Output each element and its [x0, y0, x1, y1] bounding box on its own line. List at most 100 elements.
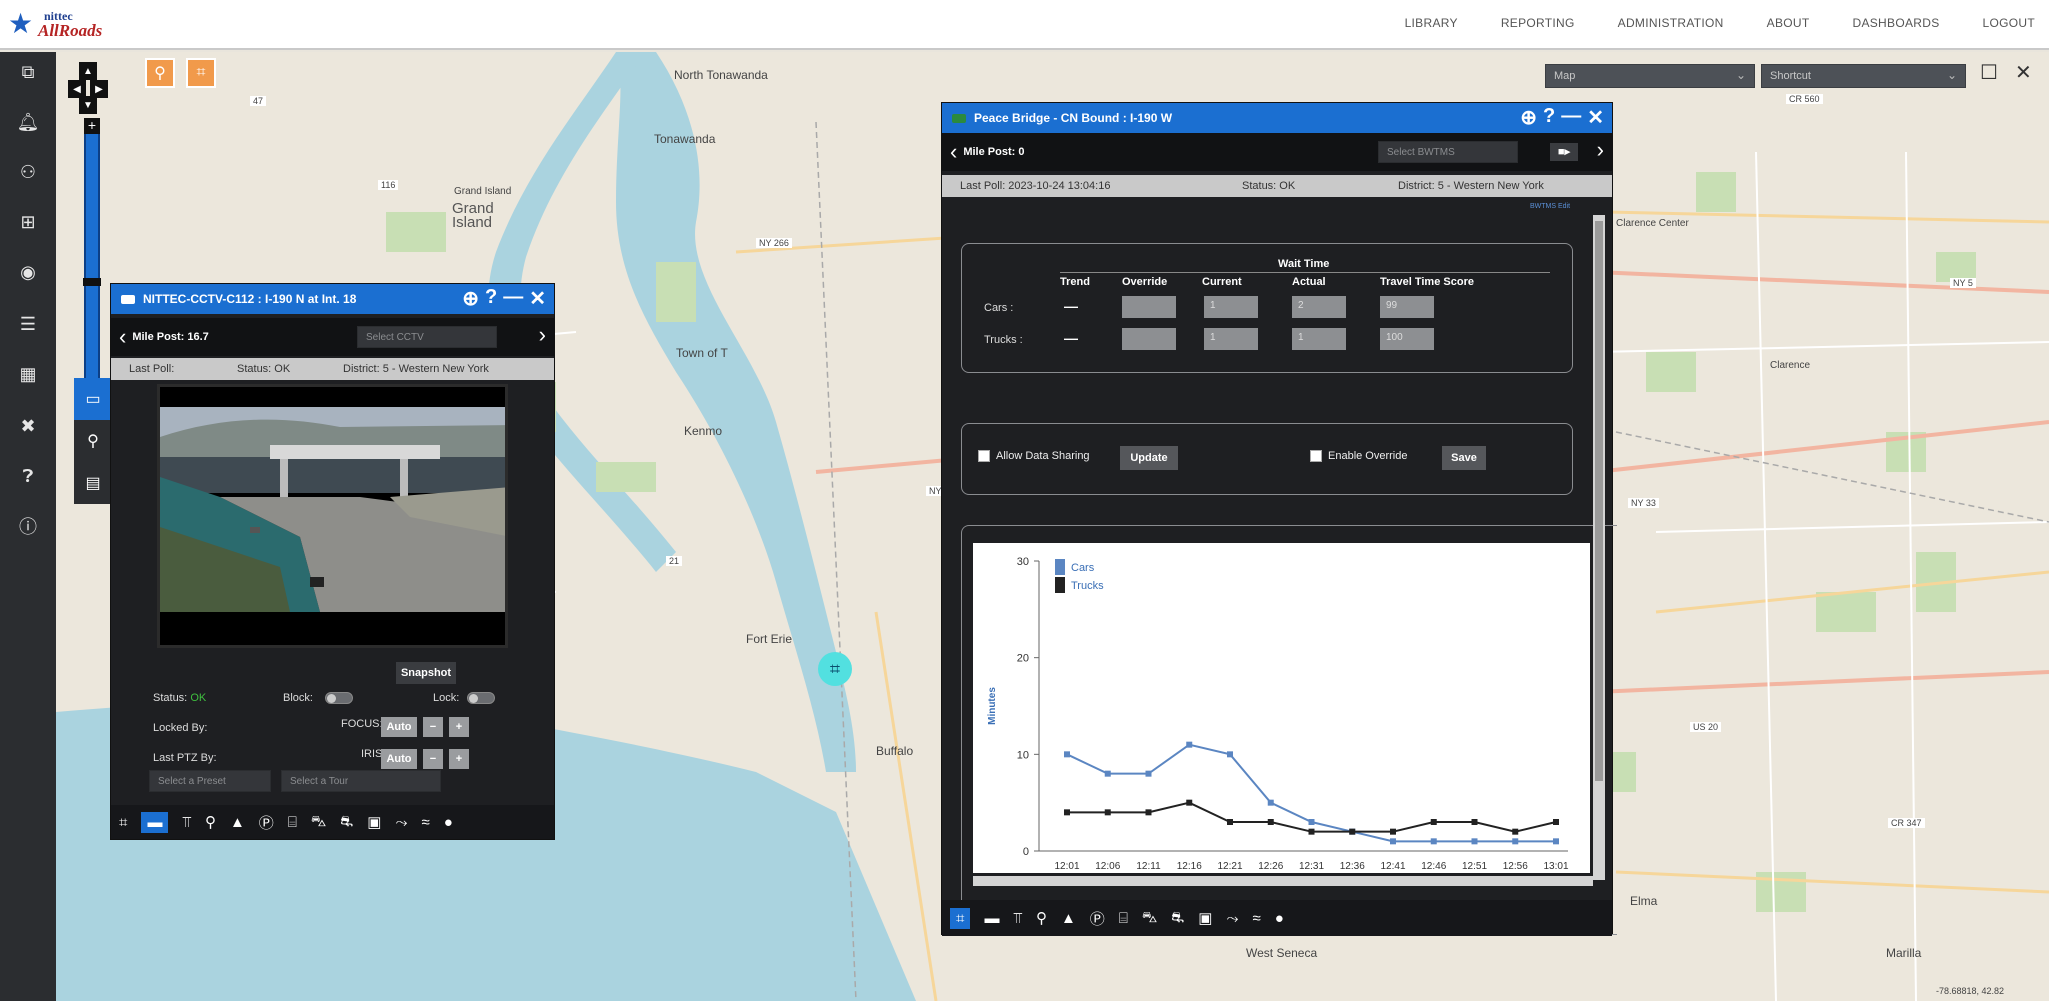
close-icon[interactable]: ✕ [2015, 60, 2032, 85]
help-icon[interactable]: ? [485, 286, 497, 311]
camera-tool-icon[interactable]: ▬ [141, 811, 169, 833]
iris-auto-button[interactable]: Auto [381, 749, 417, 769]
allow-sharing-checkbox[interactable] [978, 450, 990, 463]
sign-icon[interactable]: ⊞ [0, 202, 56, 242]
cars-tts-input[interactable]: 99 [1380, 296, 1434, 318]
close-icon[interactable]: ✕ [529, 286, 546, 311]
bwt-hscrollbar[interactable] [973, 876, 1593, 886]
info-icon[interactable]: ⓘ [0, 506, 56, 546]
car-tool-icon[interactable]: ⛍ [1142, 909, 1157, 928]
nav-dashboards[interactable]: DASHBOARDS [1852, 16, 1939, 30]
circle-tool-icon[interactable]: ● [1275, 910, 1284, 927]
shortcut-select[interactable]: Shortcut ⌄ [1761, 64, 1966, 88]
preset-select[interactable]: Select a Preset [149, 770, 271, 792]
warning-tool-icon[interactable]: ▲ [230, 814, 245, 831]
enable-override-checkbox[interactable] [1310, 450, 1322, 463]
snapshot-button[interactable]: Snapshot [396, 662, 456, 684]
ruler-icon[interactable]: ⚲ [145, 58, 175, 88]
iris-minus-button[interactable]: − [423, 749, 443, 769]
car-tool-icon[interactable]: ⛍ [311, 813, 326, 832]
update-button[interactable]: Update [1120, 446, 1178, 470]
camera-link-icon[interactable]: ■▸ [1550, 143, 1578, 161]
camera-window-title[interactable]: NITTEC-CCTV-C112 : I-190 N at Int. 18 ⊕ … [111, 284, 554, 314]
sign-tool-icon[interactable]: ⫪ [182, 814, 190, 831]
tools-icon[interactable]: ✖ [0, 406, 56, 446]
list-icon[interactable]: ☰ [0, 304, 56, 344]
help-icon[interactable]: ❓︎ [0, 456, 56, 496]
next-chevron-icon[interactable]: › [539, 322, 546, 348]
location-pin-icon[interactable]: ⚲ [74, 420, 112, 462]
incident-tool-icon[interactable]: ⛐ [340, 813, 353, 832]
prev-chevron-icon[interactable]: ‹ [119, 324, 126, 350]
crop-icon[interactable]: ⌗ [186, 58, 216, 88]
traffic-light-tool-icon[interactable]: ⌸ [288, 814, 297, 831]
lock-toggle[interactable] [467, 692, 495, 704]
app-logo[interactable]: ★ nittec AllRoads [8, 8, 128, 42]
incident-tool-icon[interactable]: ⛐ [1171, 909, 1184, 928]
prev-chevron-icon[interactable]: ‹ [950, 139, 957, 165]
close-icon[interactable]: ✕ [1587, 105, 1604, 130]
nav-logout[interactable]: LOGOUT [1983, 16, 2035, 30]
map-layer-select[interactable]: Map ⌄ [1545, 64, 1755, 88]
focus-plus-button[interactable]: + [449, 717, 469, 737]
users-icon[interactable]: ⚇ [0, 152, 56, 192]
sign-tool-icon[interactable]: ⫪ [1013, 910, 1021, 927]
cars-override-input[interactable] [1122, 296, 1176, 318]
globe-icon[interactable]: ⊕ [1520, 105, 1537, 130]
next-chevron-icon[interactable]: › [1597, 137, 1604, 163]
pan-up-icon[interactable]: ▲ [79, 62, 97, 80]
nav-library[interactable]: LIBRARY [1405, 16, 1458, 30]
trucks-override-input[interactable] [1122, 328, 1176, 350]
focus-minus-button[interactable]: − [423, 717, 443, 737]
grid-icon[interactable]: ▦ [0, 354, 56, 394]
speed-tool-icon[interactable]: ⤳ [395, 814, 407, 831]
parking-tool-icon[interactable]: Ⓟ [1090, 908, 1105, 929]
document-icon[interactable]: ▤ [74, 462, 112, 504]
select-cctv[interactable]: Select CCTV [357, 326, 497, 348]
parking-tool-icon[interactable]: Ⓟ [259, 812, 274, 833]
wave-tool-icon[interactable]: ≈ [421, 814, 429, 831]
wave-tool-icon[interactable]: ≈ [1252, 910, 1260, 927]
bwt-scrollbar[interactable] [1593, 215, 1605, 880]
circle-icon[interactable]: ◉ [0, 252, 56, 292]
focus-auto-button[interactable]: Auto [381, 717, 417, 737]
trucks-current-input[interactable]: 1 [1204, 328, 1258, 350]
bell-icon[interactable]: 🔔︎ [0, 102, 56, 142]
map-tool-icon[interactable]: ▣ [1198, 909, 1212, 927]
cars-current-input[interactable]: 1 [1204, 296, 1258, 318]
zoom-in-icon[interactable]: + [84, 118, 100, 134]
camera-tool-icon[interactable]: ▬ [984, 910, 999, 927]
bwtms-edit-link[interactable]: BWTMS Edit [1530, 203, 1570, 210]
globe-icon[interactable]: ⊕ [462, 286, 479, 311]
signal-tool-icon[interactable]: ⌗ [950, 907, 971, 929]
speed-tool-icon[interactable]: ⤳ [1226, 910, 1238, 927]
iris-plus-button[interactable]: + [449, 749, 469, 769]
tour-select[interactable]: Select a Tour [281, 770, 441, 792]
bwt-window-title[interactable]: Peace Bridge - CN Bound : I-190 W ⊕ ? — … [942, 103, 1612, 133]
signal-tool-icon[interactable]: ⌗ [119, 814, 127, 831]
maximize-icon[interactable]: ☐ [1980, 60, 1998, 85]
bwt-scrollbar-thumb[interactable] [1595, 221, 1603, 781]
monitor-icon[interactable]: ▭ [74, 378, 112, 420]
help-icon[interactable]: ? [1543, 105, 1555, 130]
cars-actual-input[interactable]: 2 [1292, 296, 1346, 318]
select-bwtms[interactable]: Select BWTMS [1378, 141, 1518, 163]
nav-reporting[interactable]: REPORTING [1501, 16, 1575, 30]
traffic-light-tool-icon[interactable]: ⌸ [1119, 910, 1128, 927]
warning-tool-icon[interactable]: ▲ [1061, 910, 1076, 927]
nav-about[interactable]: ABOUT [1767, 16, 1810, 30]
circle-tool-icon[interactable]: ● [444, 814, 453, 831]
weather-tool-icon[interactable]: ⚲ [1036, 909, 1047, 927]
weather-tool-icon[interactable]: ⚲ [205, 813, 216, 831]
block-toggle[interactable] [325, 692, 353, 704]
nav-administration[interactable]: ADMINISTRATION [1618, 16, 1724, 30]
zoom-slider[interactable]: + [83, 118, 101, 393]
zoom-thumb[interactable] [83, 278, 101, 286]
minimize-icon[interactable]: — [1561, 105, 1581, 130]
selected-marker-icon[interactable]: ⌗ [818, 652, 852, 686]
minimize-icon[interactable]: — [503, 286, 523, 311]
trucks-actual-input[interactable]: 1 [1292, 328, 1346, 350]
save-button[interactable]: Save [1442, 446, 1486, 470]
pan-down-icon[interactable]: ▼ [79, 96, 97, 114]
trucks-tts-input[interactable]: 100 [1380, 328, 1434, 350]
